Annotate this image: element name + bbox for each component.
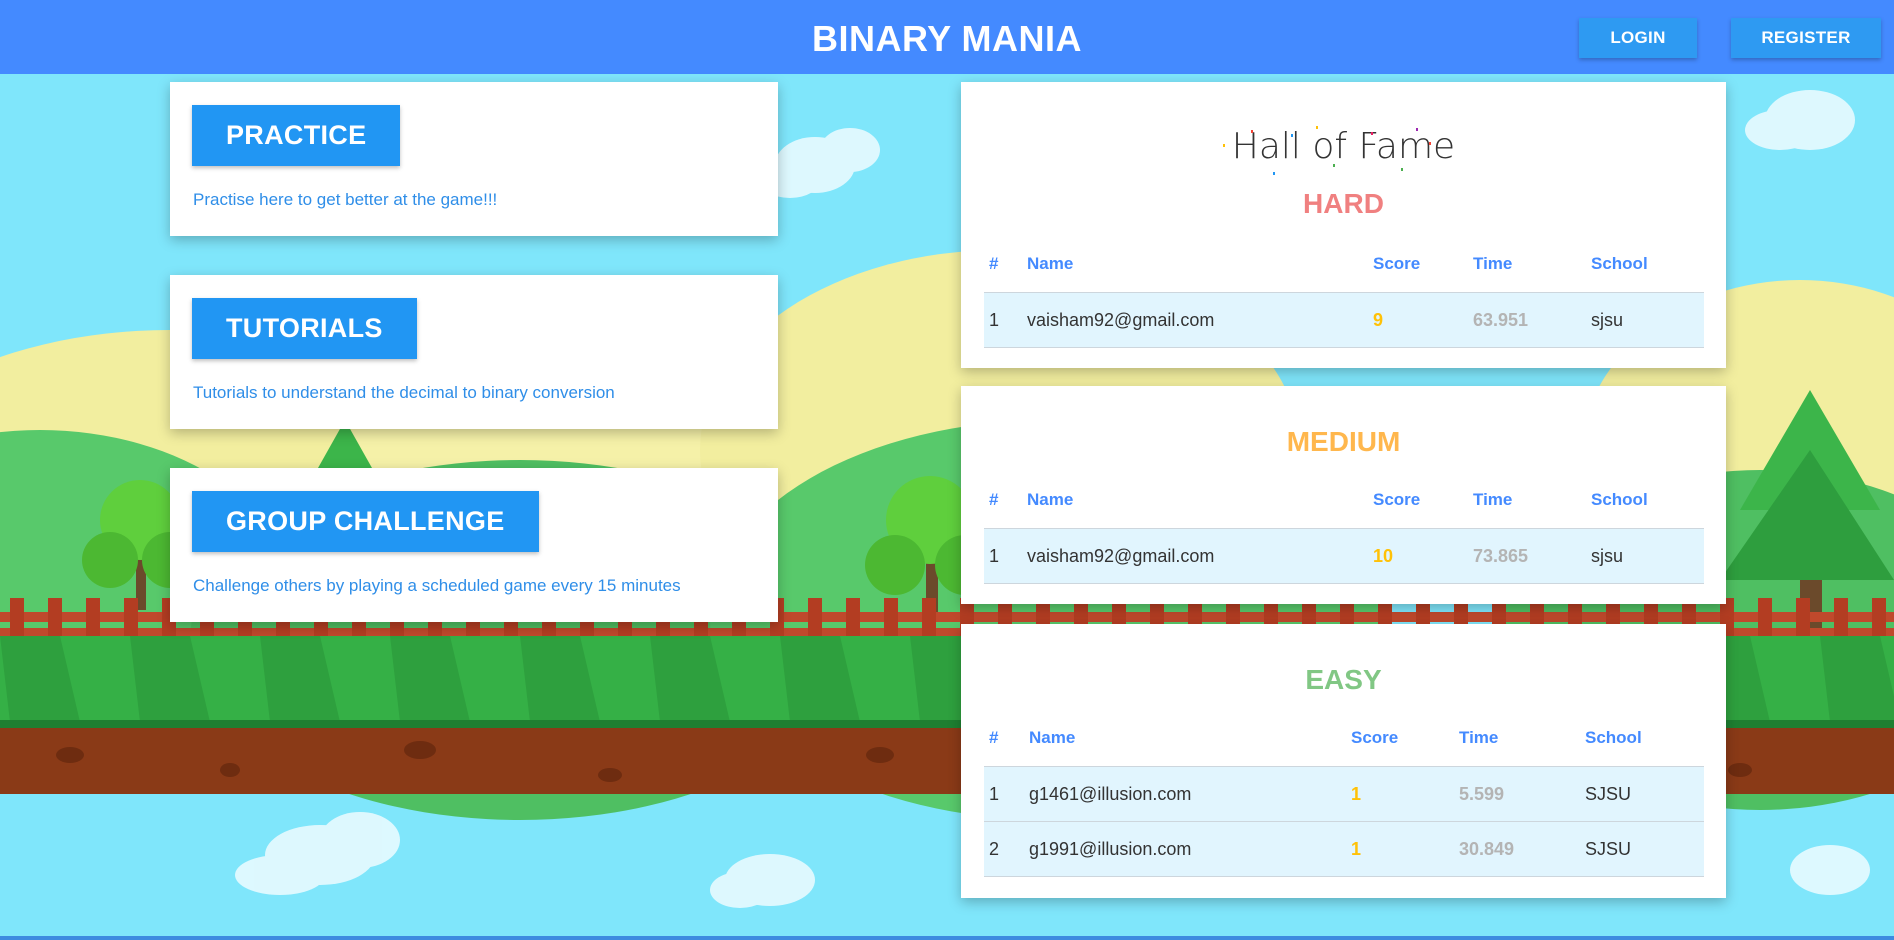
level-title-medium: MEDIUM (1286, 426, 1401, 457)
table-row: 1 vaisham92@gmail.com 10 73.865 sjsu (984, 528, 1704, 584)
table-row: 1 vaisham92@gmail.com 9 63.951 sjsu (984, 292, 1704, 348)
rank-cell: 1 (984, 766, 1024, 822)
tutorials-button[interactable]: TUTORIALS (192, 298, 417, 359)
tutorials-description: Tutorials to understand the decimal to b… (193, 383, 615, 402)
column-header-school: School (1586, 472, 1704, 529)
time-cell: 30.849 (1454, 821, 1580, 877)
table-row: 2 g1991@illusion.com 1 30.849 SJSU (984, 821, 1704, 877)
column-header-time: Time (1454, 710, 1580, 767)
player-name-cell: g1991@illusion.com (1024, 821, 1346, 877)
column-header-rank: # (984, 472, 1022, 529)
rank-cell: 1 (984, 528, 1022, 584)
score-cell: 10 (1368, 528, 1468, 584)
column-header-rank: # (984, 710, 1024, 767)
group-challenge-description: Challenge others by playing a scheduled … (193, 576, 681, 595)
column-header-score: Score (1368, 472, 1468, 529)
top-navbar: BINARY MANIA LOGIN REGISTER (0, 0, 1894, 74)
score-cell: 1 (1346, 766, 1454, 822)
player-name-cell: vaisham92@gmail.com (1022, 292, 1368, 348)
player-name-cell: vaisham92@gmail.com (1022, 528, 1368, 584)
practice-button[interactable]: PRACTICE (192, 105, 401, 166)
rank-cell: 1 (984, 292, 1022, 348)
school-cell: sjsu (1586, 292, 1704, 348)
player-name-cell: g1461@illusion.com (1024, 766, 1346, 822)
register-button[interactable]: REGISTER (1731, 18, 1881, 58)
column-header-name: Name (1022, 472, 1368, 529)
leaderboard-table-medium: # Name Score Time School 1 vaisham92@gma… (984, 472, 1704, 584)
school-cell: sjsu (1586, 528, 1704, 584)
column-header-rank: # (984, 236, 1022, 293)
score-cell: 9 (1368, 292, 1468, 348)
score-cell: 1 (1346, 821, 1454, 877)
hall-of-fame-easy-card: EASY # Name Score Time School 1 g1461@il… (961, 624, 1726, 898)
login-button[interactable]: LOGIN (1579, 18, 1697, 58)
column-header-name: Name (1024, 710, 1346, 767)
practice-description: Practise here to get better at the game!… (193, 190, 498, 209)
column-header-time: Time (1468, 236, 1586, 293)
table-row: 1 g1461@illusion.com 1 5.599 SJSU (984, 766, 1704, 822)
column-header-school: School (1586, 236, 1704, 293)
hall-of-fame-medium-card: MEDIUM # Name Score Time School 1 vaisha… (961, 386, 1726, 604)
hall-of-fame-hard-card: Hall of Fame HARD # Name Score Time Scho… (961, 82, 1726, 368)
time-cell: 73.865 (1468, 528, 1586, 584)
time-cell: 5.599 (1454, 766, 1580, 822)
level-title-hard: HARD (1303, 188, 1384, 219)
hall-of-fame-title: Hall of Fame (1231, 126, 1456, 167)
school-cell: SJSU (1580, 766, 1704, 822)
group-challenge-button[interactable]: GROUP CHALLENGE (192, 491, 539, 552)
column-header-time: Time (1468, 472, 1586, 529)
time-cell: 63.951 (1468, 292, 1586, 348)
group-challenge-card: GROUP CHALLENGE Challenge others by play… (170, 468, 778, 622)
rank-cell: 2 (984, 821, 1024, 877)
column-header-name: Name (1022, 236, 1368, 293)
school-cell: SJSU (1580, 821, 1704, 877)
tutorials-card: TUTORIALS Tutorials to understand the de… (170, 275, 778, 429)
column-header-school: School (1580, 710, 1704, 767)
bottom-border (0, 936, 1894, 940)
leaderboard-table-easy: # Name Score Time School 1 g1461@illusio… (984, 710, 1704, 877)
column-header-score: Score (1346, 710, 1454, 767)
column-header-score: Score (1368, 236, 1468, 293)
leaderboard-table-hard: # Name Score Time School 1 vaisham92@gma… (984, 236, 1704, 348)
level-title-easy: EASY (1305, 664, 1382, 695)
practice-card: PRACTICE Practise here to get better at … (170, 82, 778, 236)
